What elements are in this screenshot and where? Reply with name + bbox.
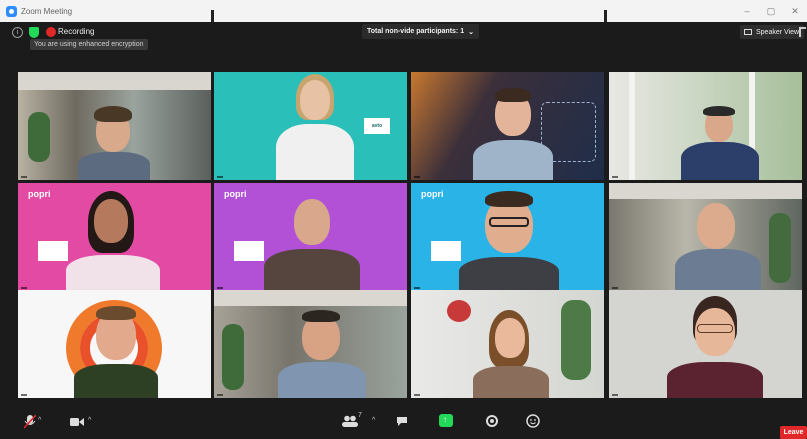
participant-face [495, 318, 525, 358]
participant-hair [94, 106, 132, 122]
participant-name [612, 394, 618, 396]
participant-body [264, 249, 360, 291]
participant-body [667, 362, 763, 398]
video-tile[interactable] [18, 72, 211, 180]
participant-hair [495, 88, 531, 102]
video-tile[interactable] [609, 72, 802, 180]
video-tile[interactable] [609, 183, 802, 291]
minimize-icon[interactable]: – [735, 0, 759, 22]
participant-body [78, 152, 150, 180]
background-graphic [431, 241, 461, 261]
participant-hair [485, 191, 533, 207]
participant-name [21, 287, 27, 289]
glasses [489, 217, 529, 227]
participant-face [94, 199, 128, 243]
meeting-topbar: i Recording You are using enhanced encry… [0, 22, 807, 60]
participant-body [473, 140, 553, 180]
record-icon[interactable] [486, 415, 498, 427]
popri-logo: popri [421, 189, 444, 199]
participant-body [276, 124, 354, 180]
participant-name [21, 176, 27, 178]
video-tile[interactable] [609, 290, 802, 398]
participant-body [681, 142, 759, 180]
chat-icon[interactable] [396, 416, 408, 427]
zoom-app-icon [6, 5, 17, 17]
video-tile[interactable] [18, 290, 211, 398]
popri-logo: popri [224, 189, 247, 199]
chevron-up-icon[interactable]: ^ [88, 417, 91, 424]
participant-headphones [703, 106, 735, 116]
video-tile[interactable] [411, 72, 604, 180]
video-tile[interactable] [411, 290, 604, 398]
participant-name [414, 176, 420, 178]
chevron-up-icon[interactable]: ^ [372, 417, 375, 424]
participant-body [278, 362, 366, 398]
popri-logo: popri [28, 189, 51, 199]
video-tile[interactable]: popri [18, 183, 211, 291]
participant-hair [302, 310, 340, 322]
participants-icon[interactable] [342, 415, 358, 427]
participant-name [414, 287, 420, 289]
participant-face [300, 80, 330, 120]
plant [561, 300, 591, 380]
mute-mic-icon[interactable] [24, 415, 36, 429]
participant-name [414, 394, 420, 396]
participant-name [217, 176, 223, 178]
divider [211, 10, 214, 22]
glasses [697, 324, 733, 333]
view-pill-label: Total non-vide participants: 1 [367, 28, 465, 35]
speaker-view-label: Speaker View [756, 28, 800, 36]
video-tile[interactable]: avto [214, 72, 407, 180]
participant-body [459, 257, 559, 291]
plant [222, 324, 244, 390]
video-tile[interactable]: popri [411, 183, 604, 291]
plant [769, 213, 791, 283]
participant-name [217, 394, 223, 396]
participant-name [612, 287, 618, 289]
participant-body [74, 364, 158, 398]
window-titlebar: Zoom Meeting – ▢ ✕ [0, 0, 807, 22]
meeting-info-icon[interactable]: i [12, 27, 23, 38]
reactions-icon[interactable] [526, 414, 540, 428]
office-ceiling [18, 72, 211, 90]
share-screen-icon[interactable]: ↑ [439, 414, 453, 427]
divider [604, 10, 607, 22]
recording-dot-icon [46, 27, 56, 37]
meeting-toolbar: ^ ^ 7 ^ ↑ Leave [0, 407, 807, 439]
encryption-shield-icon[interactable] [29, 27, 39, 38]
participant-name [612, 176, 618, 178]
participant-hair [96, 306, 136, 320]
participant-face [294, 199, 330, 245]
logo-board: avto [364, 118, 390, 134]
maximize-icon[interactable]: ▢ [759, 0, 783, 22]
encryption-tooltip: You are using enhanced encryption [30, 39, 148, 50]
participant-name [217, 287, 223, 289]
birch-trunk [629, 72, 635, 180]
plant [28, 112, 50, 162]
participants-count: 7 [358, 412, 362, 419]
leave-button[interactable]: Leave [780, 426, 807, 439]
office-ceiling [214, 290, 407, 306]
background-graphic [38, 241, 68, 261]
window-title: Zoom Meeting [21, 6, 73, 16]
close-icon[interactable]: ✕ [783, 0, 807, 22]
flowers [447, 300, 471, 322]
participant-body [473, 366, 549, 398]
participant-body [66, 255, 160, 291]
office-ceiling [609, 183, 802, 199]
participant-face [697, 203, 735, 249]
recording-label: Recording [58, 27, 95, 36]
speaker-view-button[interactable]: Speaker View [740, 25, 805, 39]
chevron-down-icon: ⌄ [468, 28, 474, 36]
grid-icon [744, 29, 752, 35]
background-graphic [234, 241, 264, 261]
chevron-up-icon[interactable]: ^ [38, 417, 41, 424]
gallery-page-indicator[interactable]: Total non-vide participants: 1 ⌄ [362, 24, 479, 39]
participant-body [675, 249, 761, 291]
video-camera-icon[interactable] [70, 417, 84, 427]
video-tile[interactable]: popri [214, 183, 407, 291]
video-tile[interactable] [214, 290, 407, 398]
participant-name [21, 394, 27, 396]
fullscreen-icon[interactable] [799, 27, 806, 37]
